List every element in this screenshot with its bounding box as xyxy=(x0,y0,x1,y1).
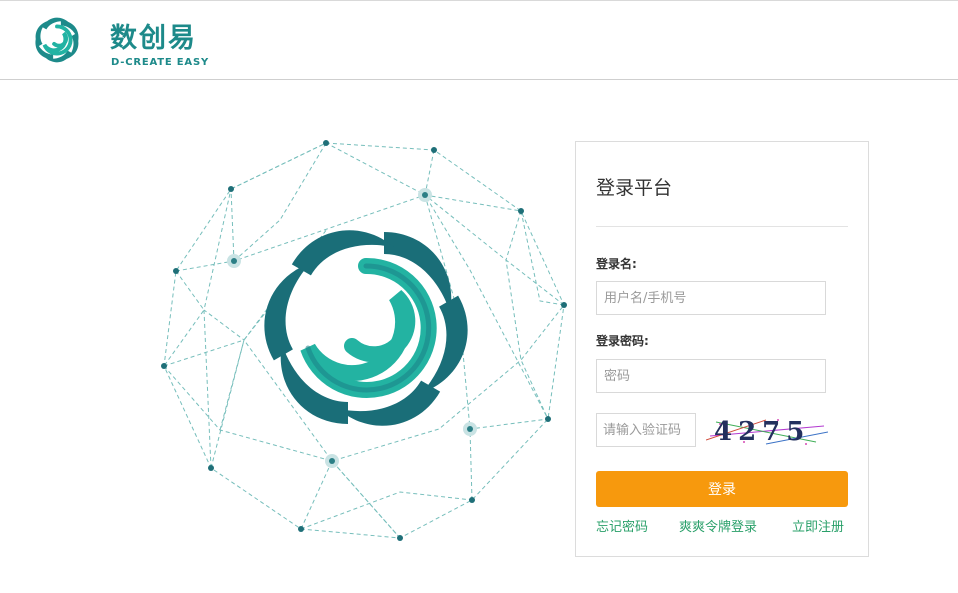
login-title: 登录平台 xyxy=(596,177,673,199)
username-label: 登录名: xyxy=(596,257,637,271)
captcha-input[interactable] xyxy=(596,413,696,447)
captcha-image[interactable]: 4275 xyxy=(706,414,828,448)
header: 数创易 D-CREATE EASY xyxy=(0,0,958,80)
username-input[interactable] xyxy=(596,281,826,315)
password-label: 登录密码: xyxy=(596,334,649,348)
token-login-link[interactable]: 爽爽令牌登录 xyxy=(679,520,757,536)
forgot-password-link[interactable]: 忘记密码 xyxy=(596,520,648,536)
login-button[interactable]: 登录 xyxy=(596,471,848,507)
network-logo-illustration xyxy=(161,140,567,541)
password-input[interactable] xyxy=(596,359,826,393)
brand-name: 数创易 xyxy=(110,23,197,54)
title-divider xyxy=(596,226,848,227)
brand-slogan: D-CREATE EASY xyxy=(111,57,210,68)
login-panel: 登录平台 登录名: 登录密码: 4275 登录 忘记密码 爽爽令牌登录 立即注册 xyxy=(575,141,869,557)
register-link[interactable]: 立即注册 xyxy=(792,520,844,536)
captcha-code: 4275 xyxy=(714,417,810,447)
logo-icon xyxy=(35,17,79,63)
